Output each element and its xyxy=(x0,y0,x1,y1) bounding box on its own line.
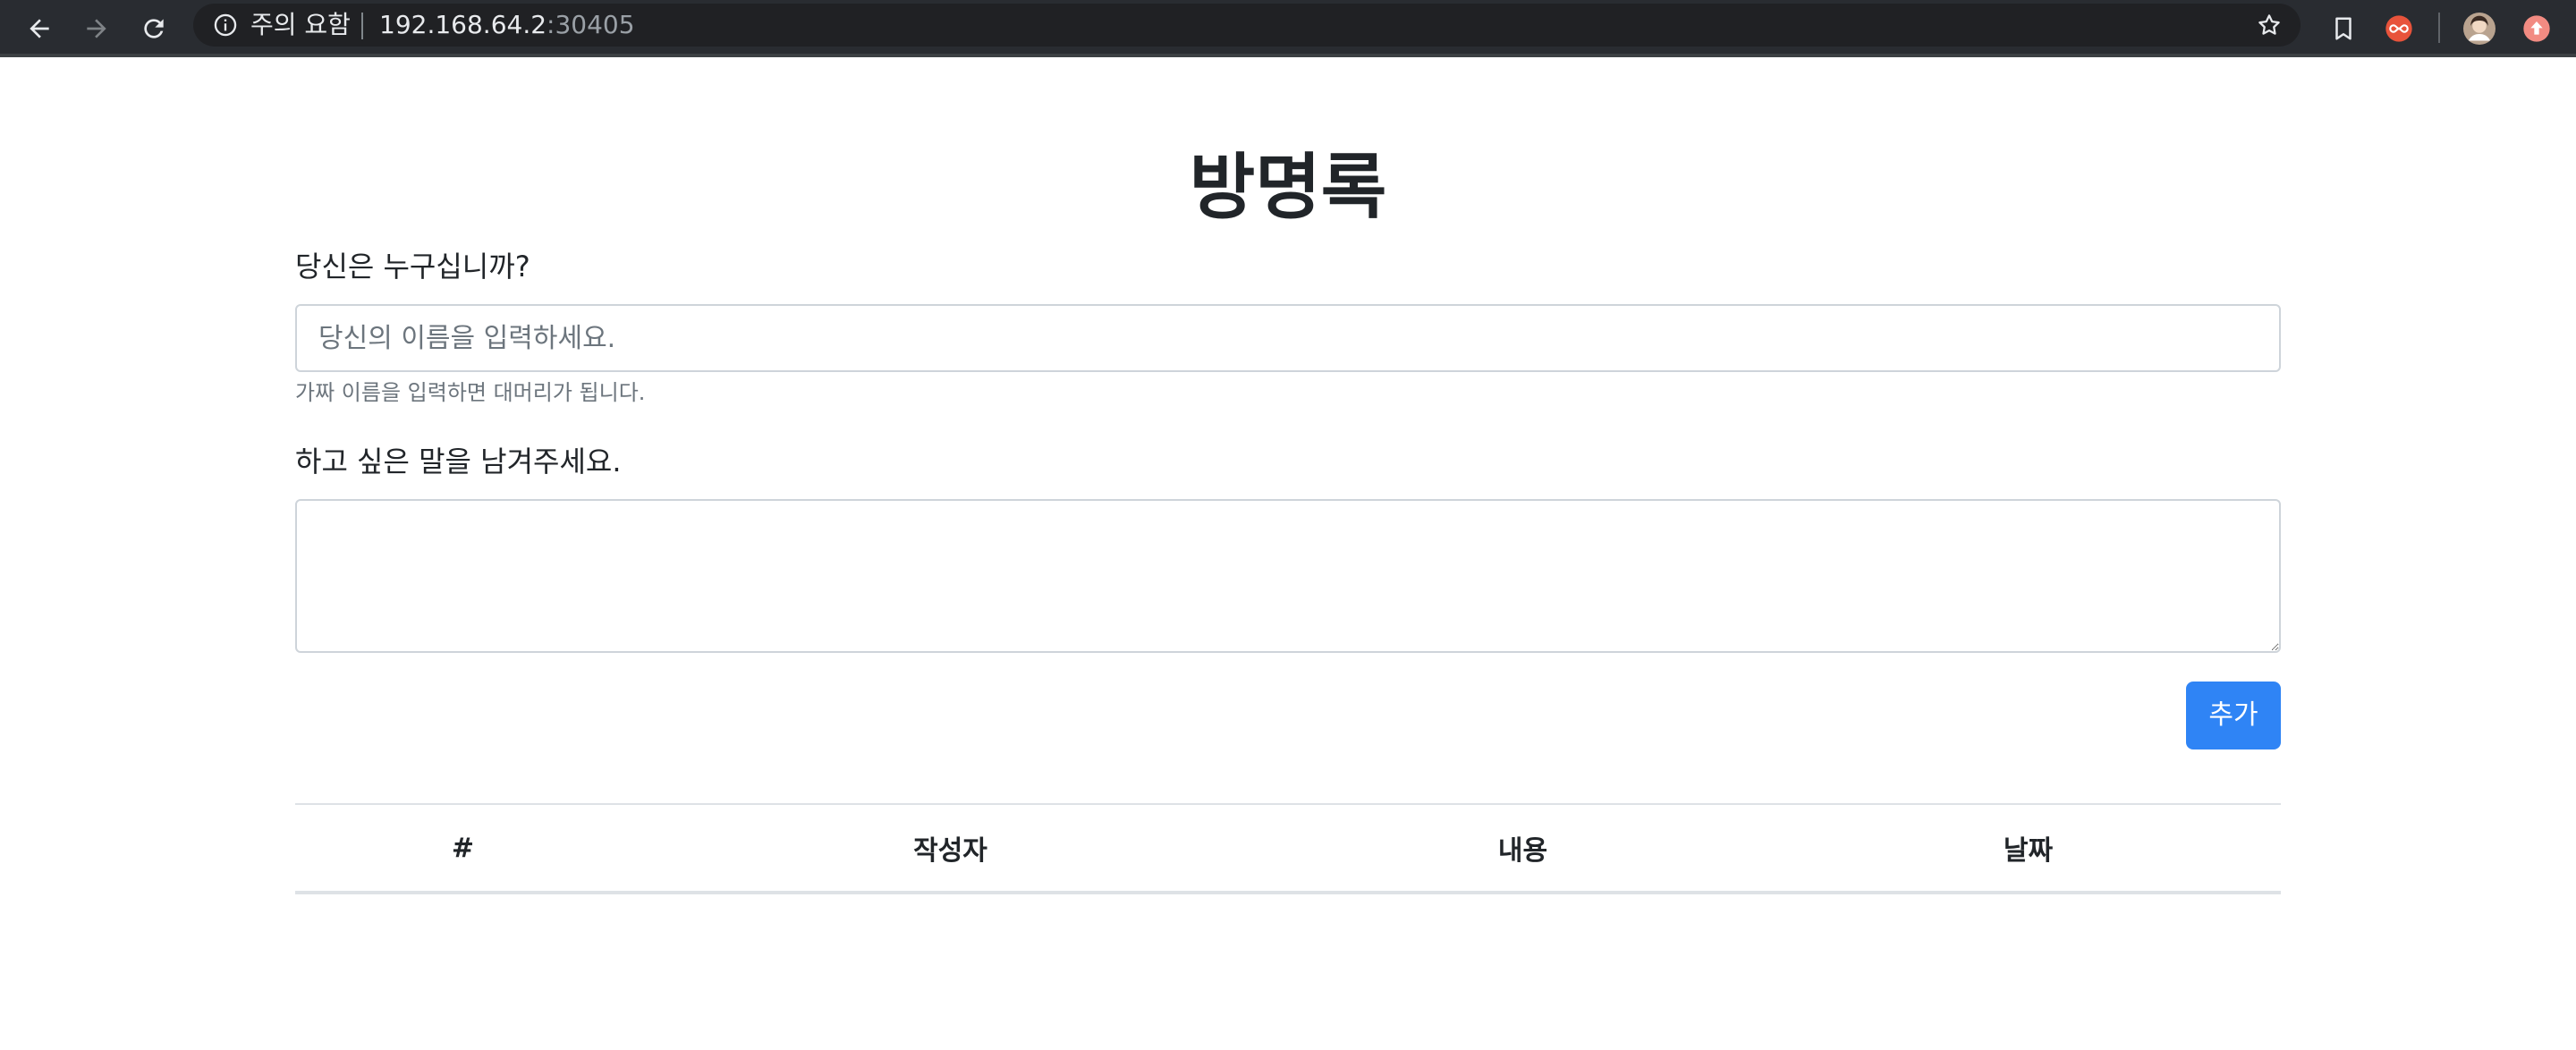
entries-table: # 작성자 내용 날짜 xyxy=(295,803,2281,894)
name-label: 당신은 누구십니까? xyxy=(295,250,530,284)
info-icon[interactable] xyxy=(213,13,238,38)
forward-button[interactable] xyxy=(75,7,118,50)
star-icon[interactable] xyxy=(2256,12,2283,38)
infinity-extension-icon xyxy=(2385,15,2412,42)
column-header-content: 내용 xyxy=(1270,803,1775,894)
page-title: 방명록 xyxy=(1189,146,1387,229)
update-button[interactable] xyxy=(2515,7,2558,50)
toolbar-border xyxy=(0,54,2576,57)
message-textarea[interactable] xyxy=(295,499,2281,653)
profile-button[interactable] xyxy=(2458,7,2501,50)
column-header-number: # xyxy=(295,803,631,894)
back-button[interactable] xyxy=(18,7,61,50)
name-help-text: 가짜 이름을 입력하면 대머리가 됩니다. xyxy=(295,380,646,405)
bookmark-icon xyxy=(2335,17,2351,40)
profile-avatar-icon xyxy=(2463,13,2496,45)
bookmarks-button[interactable] xyxy=(2322,7,2365,50)
column-header-date: 날짜 xyxy=(1775,803,2281,894)
toolbar-divider xyxy=(2438,13,2440,43)
entries-table-wrap: # 작성자 내용 날짜 xyxy=(295,803,2281,894)
column-header-author: 작성자 xyxy=(631,803,1270,894)
reload-button[interactable] xyxy=(132,7,175,50)
url-host: 192.168.64.2 xyxy=(379,10,547,39)
name-input[interactable] xyxy=(295,304,2281,372)
reload-icon xyxy=(144,19,164,38)
message-label: 하고 싶은 말을 남겨주세요. xyxy=(295,445,622,478)
url-text[interactable]: 192.168.64.2:30405 xyxy=(379,12,635,38)
update-arrow-icon xyxy=(2523,15,2550,42)
extension-button[interactable] xyxy=(2377,7,2420,50)
browser-toolbar: 주의 요함 192.168.64.2:30405 xyxy=(0,0,2576,57)
table-header-row: # 작성자 내용 날짜 xyxy=(295,803,2281,894)
address-divider xyxy=(361,13,363,39)
url-port: :30405 xyxy=(547,10,635,39)
add-button[interactable]: 추가 xyxy=(2186,682,2281,749)
security-warning-label[interactable]: 주의 요함 xyxy=(250,12,351,38)
forward-arrow-icon xyxy=(87,19,106,38)
address-bar[interactable]: 주의 요함 192.168.64.2:30405 xyxy=(193,4,2301,47)
back-arrow-icon xyxy=(30,19,49,38)
